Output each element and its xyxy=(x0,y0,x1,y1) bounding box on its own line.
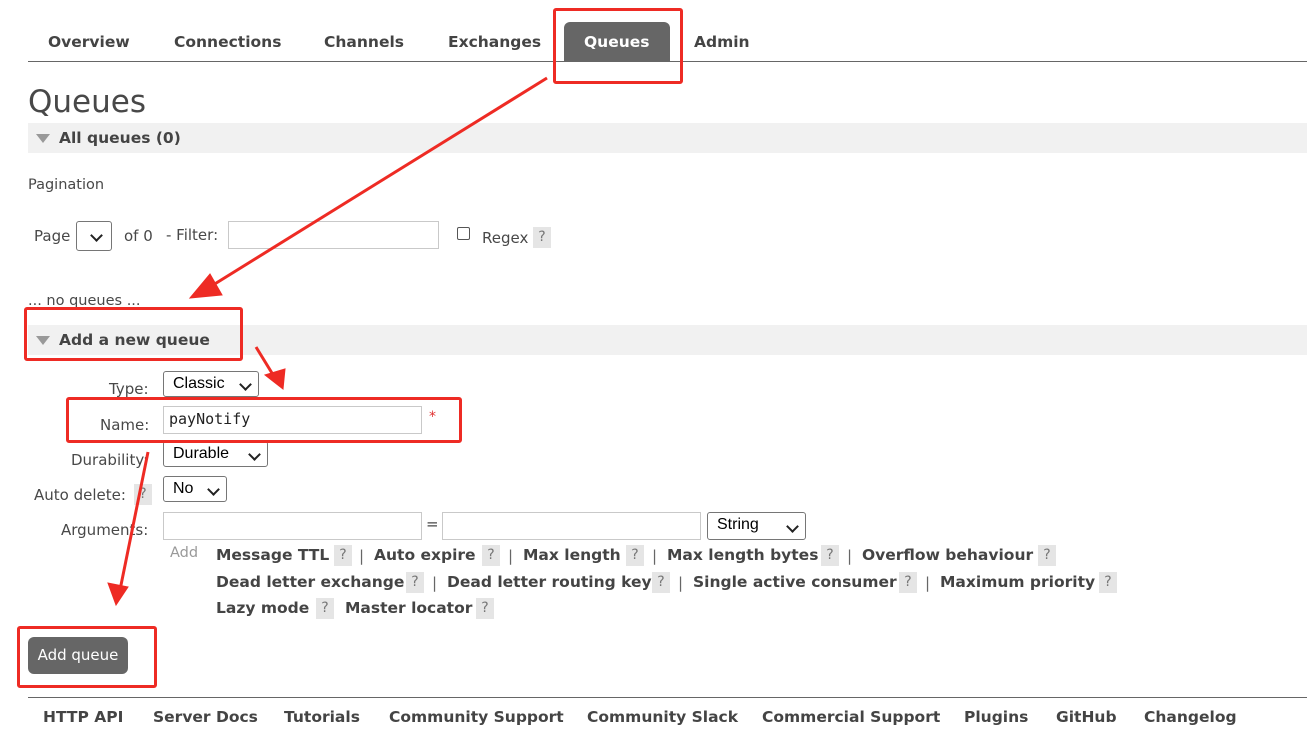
filter-input[interactable] xyxy=(228,221,439,249)
footer-link-community-slack[interactable]: Community Slack xyxy=(587,708,738,726)
argument-value-input[interactable] xyxy=(442,512,701,540)
type-label: Type: xyxy=(109,380,149,398)
add-label: Add xyxy=(170,545,199,561)
chevron-down-icon xyxy=(248,448,261,461)
chevron-down-icon xyxy=(239,378,252,391)
arrow-head-icon xyxy=(263,368,286,390)
footer-link-http-api[interactable]: HTTP API xyxy=(43,708,123,726)
dead-letter-exchange-help-icon[interactable]: ? xyxy=(406,572,424,593)
arg-link-dead-letter-exchange[interactable]: Dead letter exchange xyxy=(216,573,404,591)
tab-admin[interactable]: Admin xyxy=(694,22,750,62)
of-pages-label: of 0 xyxy=(124,227,153,245)
arg-link-max-length-bytes[interactable]: Max length bytes xyxy=(667,546,818,564)
arg-link-auto-expire[interactable]: Auto expire xyxy=(374,546,476,564)
annotation-box-name-field xyxy=(66,397,462,443)
arguments-label: Arguments: xyxy=(61,521,149,539)
arg-link-master-locator[interactable]: Master locator xyxy=(345,599,472,617)
footer-link-commercial-support[interactable]: Commercial Support xyxy=(762,708,940,726)
separator: | xyxy=(847,547,853,565)
regex-help-icon[interactable]: ? xyxy=(533,227,551,248)
argument-type-value: String xyxy=(717,516,759,533)
annotation-arrows xyxy=(107,76,548,607)
message-ttl-help-icon[interactable]: ? xyxy=(334,545,352,566)
separator: | xyxy=(359,547,365,565)
max-length-help-icon[interactable]: ? xyxy=(626,545,644,566)
arrow-head-icon xyxy=(188,273,223,299)
separator: | xyxy=(925,574,931,592)
lazy-mode-help-icon[interactable]: ? xyxy=(316,598,334,619)
tab-overview[interactable]: Overview xyxy=(48,22,130,62)
tab-channels[interactable]: Channels xyxy=(324,22,404,62)
regex-checkbox[interactable] xyxy=(457,227,470,240)
annotation-box-add-queue-button xyxy=(17,626,157,688)
arg-link-dead-letter-routing-key[interactable]: Dead letter routing key xyxy=(447,573,652,591)
chevron-down-icon xyxy=(207,483,220,496)
pagination-heading: Pagination xyxy=(28,177,105,193)
all-queues-section-header[interactable]: All queues (0) xyxy=(28,123,1307,153)
auto-delete-label: Auto delete: xyxy=(34,486,126,504)
max-length-bytes-help-icon[interactable]: ? xyxy=(821,545,839,566)
arrow-head-icon xyxy=(107,582,129,607)
auto-delete-select-value: No xyxy=(173,480,194,497)
type-select-value: Classic xyxy=(173,375,225,392)
footer-link-plugins[interactable]: Plugins xyxy=(964,708,1028,726)
tab-exchanges[interactable]: Exchanges xyxy=(448,22,541,62)
footer-link-server-docs[interactable]: Server Docs xyxy=(153,708,258,726)
collapse-triangle-icon xyxy=(36,134,50,143)
page-select[interactable] xyxy=(76,221,112,251)
arg-link-message-ttl[interactable]: Message TTL xyxy=(216,546,329,564)
arg-link-lazy-mode[interactable]: Lazy mode xyxy=(216,599,309,617)
footer-link-tutorials[interactable]: Tutorials xyxy=(284,708,360,726)
arg-link-overflow-behaviour[interactable]: Overflow behaviour xyxy=(862,546,1033,564)
separator: | xyxy=(652,547,658,565)
footer-link-community-support[interactable]: Community Support xyxy=(389,708,564,726)
chevron-down-icon xyxy=(90,229,103,242)
auto-delete-help-icon[interactable]: ? xyxy=(134,484,152,505)
footer-link-changelog[interactable]: Changelog xyxy=(1144,708,1237,726)
durability-select-value: Durable xyxy=(173,445,230,462)
argument-type-select[interactable]: String xyxy=(707,512,806,540)
overflow-behaviour-help-icon[interactable]: ? xyxy=(1038,545,1056,566)
master-locator-help-icon[interactable]: ? xyxy=(476,598,494,619)
argument-key-input[interactable] xyxy=(163,512,422,540)
type-select[interactable]: Classic xyxy=(163,371,259,397)
arg-link-maximum-priority[interactable]: Maximum priority xyxy=(940,573,1095,591)
durability-label: Durability: xyxy=(71,451,149,469)
durability-select[interactable]: Durable xyxy=(163,441,268,467)
arrow-queues-to-section xyxy=(204,76,548,292)
page-label: Page xyxy=(34,227,71,245)
separator: | xyxy=(678,574,684,592)
auto-delete-select[interactable]: No xyxy=(163,476,227,502)
footer-divider xyxy=(28,697,1307,698)
separator: | xyxy=(508,547,514,565)
auto-expire-help-icon[interactable]: ? xyxy=(482,545,500,566)
page-title: Queues xyxy=(28,84,146,120)
arg-link-max-length[interactable]: Max length xyxy=(523,546,621,564)
maximum-priority-help-icon[interactable]: ? xyxy=(1099,572,1117,593)
footer-link-github[interactable]: GitHub xyxy=(1056,708,1117,726)
annotation-box-add-queue-section xyxy=(24,307,243,361)
single-active-consumer-help-icon[interactable]: ? xyxy=(899,572,917,593)
tab-connections[interactable]: Connections xyxy=(174,22,281,62)
separator: | xyxy=(432,574,438,592)
filter-label: - Filter: xyxy=(166,226,219,244)
dead-letter-routing-key-help-icon[interactable]: ? xyxy=(652,572,670,593)
annotation-box-queues-tab xyxy=(553,8,683,84)
arg-link-single-active-consumer[interactable]: Single active consumer xyxy=(693,573,897,591)
all-queues-title: All queues (0) xyxy=(59,129,181,147)
regex-label: Regex xyxy=(482,229,529,247)
equals-sign: = xyxy=(426,515,439,533)
chevron-down-icon xyxy=(786,520,799,533)
